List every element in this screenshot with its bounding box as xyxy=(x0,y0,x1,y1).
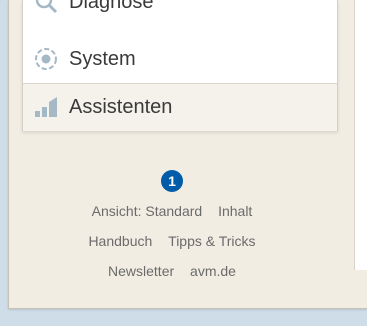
footer-row-2: Handbuch Tipps & Tricks xyxy=(22,226,322,256)
menu-item-assistenten[interactable]: Assistenten xyxy=(23,83,337,131)
content-link[interactable]: Inhalt xyxy=(218,203,252,219)
view-standard-link[interactable]: Ansicht: Standard xyxy=(92,203,203,219)
notification-badge[interactable]: 1 xyxy=(161,170,183,192)
menu-item-system[interactable]: System xyxy=(23,37,337,81)
menu-item-label: System xyxy=(69,47,136,70)
app-frame: Diagnose System Assistenten 1 Ansicht: S… xyxy=(0,0,367,326)
content-area-edge xyxy=(354,0,367,270)
diagnose-icon xyxy=(23,0,69,14)
footer-links: 1 Ansicht: Standard Inhalt Handbuch Tipp… xyxy=(22,170,322,286)
navigation-menu: Diagnose System Assistenten xyxy=(22,0,338,131)
menu-item-label: Assistenten xyxy=(69,96,173,118)
tips-tricks-link[interactable]: Tipps & Tricks xyxy=(168,233,255,249)
footer-row-3: Newsletter avm.de xyxy=(22,256,322,286)
manual-link[interactable]: Handbuch xyxy=(88,233,152,249)
system-icon xyxy=(23,46,69,72)
footer-row-1: Ansicht: Standard Inhalt xyxy=(22,196,322,226)
menu-item-label: Diagnose xyxy=(69,0,154,13)
avm-link[interactable]: avm.de xyxy=(190,263,236,279)
newsletter-link[interactable]: Newsletter xyxy=(108,263,174,279)
menu-item-diagnose[interactable]: Diagnose xyxy=(23,0,337,24)
assistant-icon xyxy=(23,96,69,119)
